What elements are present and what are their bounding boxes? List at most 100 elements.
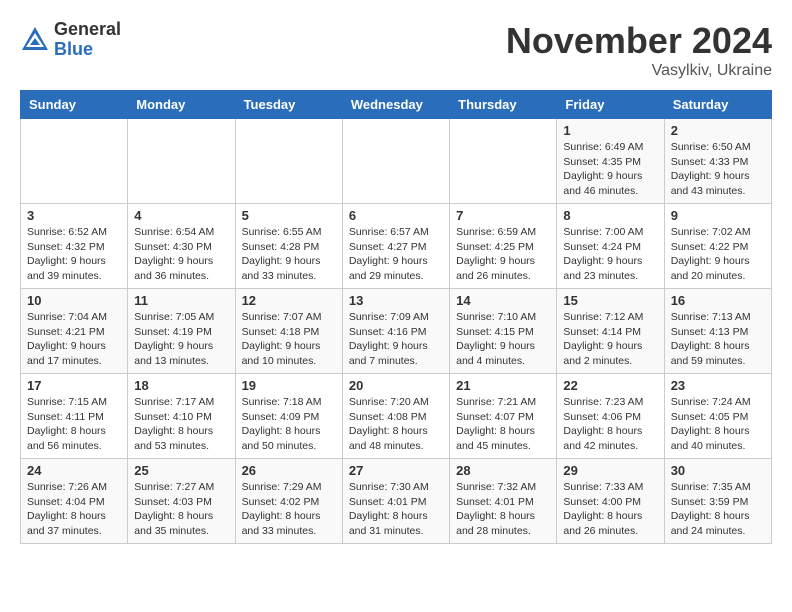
day-cell-3-6: 23 Sunrise: 7:24 AMSunset: 4:05 PMDayligh… — [664, 374, 771, 459]
week-row-4: 24 Sunrise: 7:26 AMSunset: 4:04 PMDayligh… — [21, 459, 772, 544]
day-cell-1-0: 3Sunrise: 6:52 AMSunset: 4:32 PMDaylight… — [21, 204, 128, 289]
day-number: 1 — [563, 123, 657, 138]
logo: General Blue — [20, 20, 121, 60]
header-wednesday: Wednesday — [342, 91, 449, 119]
day-cell-4-6: 30 Sunrise: 7:35 AMSunset: 3:59 PMDayligh… — [664, 459, 771, 544]
day-info: Sunrise: 7:10 AMSunset: 4:15 PMDaylight:… — [456, 310, 550, 369]
day-info: Sunrise: 7:26 AMSunset: 4:04 PMDaylight:… — [27, 480, 121, 539]
day-cell-0-2 — [235, 119, 342, 204]
day-number: 3 — [27, 208, 121, 223]
day-info: Sunrise: 6:57 AMSunset: 4:27 PMDaylight:… — [349, 225, 443, 284]
day-cell-2-1: 11 Sunrise: 7:05 AMSunset: 4:19 PMDayligh… — [128, 289, 235, 374]
header-thursday: Thursday — [450, 91, 557, 119]
day-info: Sunrise: 6:59 AMSunset: 4:25 PMDaylight:… — [456, 225, 550, 284]
day-number: 7 — [456, 208, 550, 223]
day-info: Sunrise: 7:35 AMSunset: 3:59 PMDaylight:… — [671, 480, 765, 539]
day-info: Sunrise: 7:18 AMSunset: 4:09 PMDaylight:… — [242, 395, 336, 454]
logo-text: General Blue — [54, 20, 121, 60]
day-info: Sunrise: 7:33 AMSunset: 4:00 PMDaylight:… — [563, 480, 657, 539]
day-info: Sunrise: 7:24 AMSunset: 4:05 PMDaylight:… — [671, 395, 765, 454]
day-cell-0-0 — [21, 119, 128, 204]
day-cell-2-3: 13Sunrise: 7:09 AMSunset: 4:16 PMDayligh… — [342, 289, 449, 374]
day-info: Sunrise: 7:07 AMSunset: 4:18 PMDaylight:… — [242, 310, 336, 369]
day-cell-4-0: 24 Sunrise: 7:26 AMSunset: 4:04 PMDayligh… — [21, 459, 128, 544]
week-row-3: 17Sunrise: 7:15 AMSunset: 4:11 PMDayligh… — [21, 374, 772, 459]
day-number: 9 — [671, 208, 765, 223]
header-row: Sunday Monday Tuesday Wednesday Thursday… — [21, 91, 772, 119]
day-number: 8 — [563, 208, 657, 223]
day-number: 14 — [456, 293, 550, 308]
day-number: 20 — [349, 378, 443, 393]
day-number: 19 — [242, 378, 336, 393]
day-cell-0-3 — [342, 119, 449, 204]
day-cell-2-5: 15 Sunrise: 7:12 AMSunset: 4:14 PMDayligh… — [557, 289, 664, 374]
calendar-header: Sunday Monday Tuesday Wednesday Thursday… — [21, 91, 772, 119]
day-number: 16 — [671, 293, 765, 308]
day-number: 22 — [563, 378, 657, 393]
day-info: Sunrise: 7:29 AMSunset: 4:02 PMDaylight:… — [242, 480, 336, 539]
header-friday: Friday — [557, 91, 664, 119]
day-cell-2-0: 10 Sunrise: 7:04 AMSunset: 4:21 PMDayligh… — [21, 289, 128, 374]
day-number: 21 — [456, 378, 550, 393]
day-info: Sunrise: 7:32 AMSunset: 4:01 PMDaylight:… — [456, 480, 550, 539]
day-cell-4-5: 29 Sunrise: 7:33 AMSunset: 4:00 PMDayligh… — [557, 459, 664, 544]
day-number: 23 — [671, 378, 765, 393]
day-number: 2 — [671, 123, 765, 138]
week-row-0: 1 Sunrise: 6:49 AMSunset: 4:35 PMDaylight… — [21, 119, 772, 204]
day-cell-2-2: 12Sunrise: 7:07 AMSunset: 4:18 PMDayligh… — [235, 289, 342, 374]
calendar-body: 1 Sunrise: 6:49 AMSunset: 4:35 PMDaylight… — [21, 119, 772, 544]
day-cell-1-1: 4Sunrise: 6:54 AMSunset: 4:30 PMDaylight… — [128, 204, 235, 289]
day-info: Sunrise: 6:50 AMSunset: 4:33 PMDaylight:… — [671, 140, 765, 199]
day-info: Sunrise: 6:54 AMSunset: 4:30 PMDaylight:… — [134, 225, 228, 284]
day-cell-3-4: 21Sunrise: 7:21 AMSunset: 4:07 PMDayligh… — [450, 374, 557, 459]
day-number: 6 — [349, 208, 443, 223]
day-info: Sunrise: 7:13 AMSunset: 4:13 PMDaylight:… — [671, 310, 765, 369]
header-sunday: Sunday — [21, 91, 128, 119]
day-info: Sunrise: 7:12 AMSunset: 4:14 PMDaylight:… — [563, 310, 657, 369]
day-cell-1-4: 7 Sunrise: 6:59 AMSunset: 4:25 PMDaylight… — [450, 204, 557, 289]
day-number: 30 — [671, 463, 765, 478]
day-info: Sunrise: 7:00 AMSunset: 4:24 PMDaylight:… — [563, 225, 657, 284]
month-title: November 2024 — [506, 20, 772, 62]
day-cell-3-0: 17Sunrise: 7:15 AMSunset: 4:11 PMDayligh… — [21, 374, 128, 459]
day-cell-1-5: 8 Sunrise: 7:00 AMSunset: 4:24 PMDaylight… — [557, 204, 664, 289]
day-cell-3-1: 18Sunrise: 7:17 AMSunset: 4:10 PMDayligh… — [128, 374, 235, 459]
day-cell-1-2: 5Sunrise: 6:55 AMSunset: 4:28 PMDaylight… — [235, 204, 342, 289]
day-number: 25 — [134, 463, 228, 478]
header-monday: Monday — [128, 91, 235, 119]
day-cell-2-6: 16 Sunrise: 7:13 AMSunset: 4:13 PMDayligh… — [664, 289, 771, 374]
day-number: 29 — [563, 463, 657, 478]
day-number: 11 — [134, 293, 228, 308]
day-cell-2-4: 14 Sunrise: 7:10 AMSunset: 4:15 PMDayligh… — [450, 289, 557, 374]
calendar-table: Sunday Monday Tuesday Wednesday Thursday… — [20, 90, 772, 544]
day-info: Sunrise: 7:20 AMSunset: 4:08 PMDaylight:… — [349, 395, 443, 454]
page-header: General Blue November 2024 Vasylkiv, Ukr… — [20, 20, 772, 80]
day-number: 15 — [563, 293, 657, 308]
day-info: Sunrise: 7:27 AMSunset: 4:03 PMDaylight:… — [134, 480, 228, 539]
day-info: Sunrise: 6:49 AMSunset: 4:35 PMDaylight:… — [563, 140, 657, 199]
day-number: 24 — [27, 463, 121, 478]
logo-icon — [20, 25, 50, 55]
week-row-2: 10 Sunrise: 7:04 AMSunset: 4:21 PMDayligh… — [21, 289, 772, 374]
day-cell-0-5: 1 Sunrise: 6:49 AMSunset: 4:35 PMDaylight… — [557, 119, 664, 204]
logo-blue: Blue — [54, 40, 121, 60]
day-cell-3-5: 22Sunrise: 7:23 AMSunset: 4:06 PMDayligh… — [557, 374, 664, 459]
day-cell-4-4: 28 Sunrise: 7:32 AMSunset: 4:01 PMDayligh… — [450, 459, 557, 544]
day-cell-4-1: 25 Sunrise: 7:27 AMSunset: 4:03 PMDayligh… — [128, 459, 235, 544]
day-cell-0-4 — [450, 119, 557, 204]
day-cell-3-3: 20 Sunrise: 7:20 AMSunset: 4:08 PMDayligh… — [342, 374, 449, 459]
location: Vasylkiv, Ukraine — [506, 62, 772, 80]
day-number: 10 — [27, 293, 121, 308]
day-cell-4-3: 27Sunrise: 7:30 AMSunset: 4:01 PMDayligh… — [342, 459, 449, 544]
day-info: Sunrise: 7:17 AMSunset: 4:10 PMDaylight:… — [134, 395, 228, 454]
logo-general: General — [54, 20, 121, 40]
day-info: Sunrise: 7:04 AMSunset: 4:21 PMDaylight:… — [27, 310, 121, 369]
day-number: 27 — [349, 463, 443, 478]
day-cell-4-2: 26Sunrise: 7:29 AMSunset: 4:02 PMDayligh… — [235, 459, 342, 544]
day-info: Sunrise: 7:05 AMSunset: 4:19 PMDaylight:… — [134, 310, 228, 369]
day-cell-0-1 — [128, 119, 235, 204]
day-cell-1-6: 9Sunrise: 7:02 AMSunset: 4:22 PMDaylight… — [664, 204, 771, 289]
week-row-1: 3Sunrise: 6:52 AMSunset: 4:32 PMDaylight… — [21, 204, 772, 289]
day-number: 28 — [456, 463, 550, 478]
day-info: Sunrise: 7:09 AMSunset: 4:16 PMDaylight:… — [349, 310, 443, 369]
